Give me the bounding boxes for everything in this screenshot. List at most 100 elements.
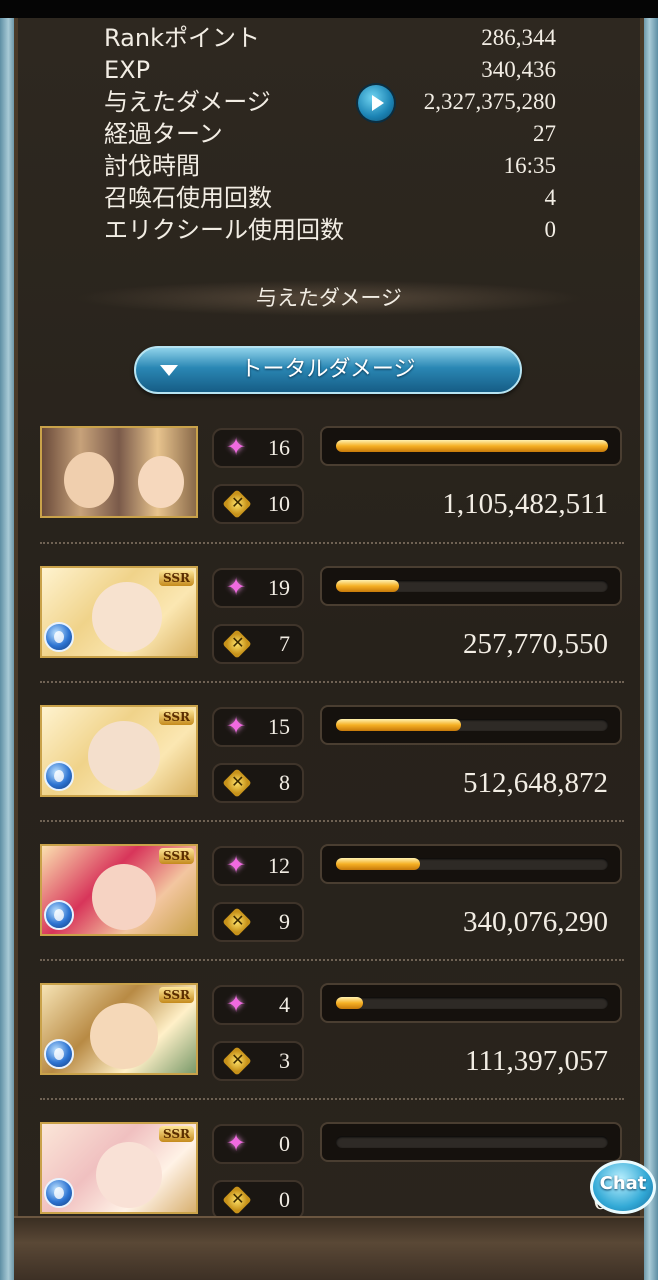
- row-separator: [40, 681, 624, 683]
- party-member-row: SSR 12 9 340,076,290: [40, 844, 630, 944]
- character-portrait[interactable]: SSR: [40, 844, 198, 936]
- stat-value: 16:35: [503, 153, 556, 178]
- character-portrait[interactable]: SSR: [40, 566, 198, 658]
- stat-value: 27: [533, 121, 556, 146]
- skill-count-badge: 0: [212, 1124, 304, 1164]
- skill-count: 4: [279, 992, 290, 1017]
- skill-count-badge: 15: [212, 707, 304, 747]
- party-member-row: SSR 4 3 111,397,057: [40, 983, 630, 1083]
- member-damage: 340,076,290: [463, 906, 608, 938]
- character-portrait[interactable]: SSR: [40, 1122, 198, 1214]
- damage-bar-fill: [336, 719, 462, 731]
- character-face: [138, 456, 184, 508]
- damage-section-heading: 与えたダメージ: [74, 280, 584, 316]
- member-damage: 512,648,872: [463, 767, 608, 799]
- skill-count: 12: [268, 853, 290, 878]
- total-damage-dropdown[interactable]: トータルダメージ: [134, 346, 522, 394]
- ougi-icon: [222, 907, 252, 937]
- damage-bar-fill: [336, 997, 364, 1009]
- stat-label: 討伐時間: [104, 152, 200, 180]
- character-portrait[interactable]: SSR: [40, 983, 198, 1075]
- damage-bar: [320, 705, 622, 745]
- stat-exp: EXP 340,436: [104, 54, 556, 86]
- ougi-count-badge: 9: [212, 902, 304, 942]
- character-face: [92, 864, 156, 930]
- stat-value: 4: [544, 185, 557, 210]
- ougi-count-badge: 8: [212, 763, 304, 803]
- party-member-row: SSR 0 0 0: [40, 1122, 630, 1222]
- skill-star-icon: [226, 990, 248, 1018]
- damage-bar: [320, 1122, 622, 1162]
- chat-label: Chat: [599, 1173, 647, 1194]
- character-face: [96, 1142, 162, 1208]
- skill-count-badge: 16: [212, 428, 304, 468]
- party-member-row: SSR 15 8 512,648,872: [40, 705, 630, 805]
- row-separator: [40, 820, 624, 822]
- member-damage: 111,397,057: [465, 1045, 608, 1077]
- row-separator: [40, 542, 624, 544]
- damage-bar-track: [336, 719, 608, 731]
- damage-bar: [320, 566, 622, 606]
- character-face: [88, 721, 160, 791]
- ssr-badge: SSR: [158, 1126, 194, 1142]
- skill-star-icon: [226, 1129, 248, 1157]
- ougi-count-badge: 3: [212, 1041, 304, 1081]
- chat-button[interactable]: Chat: [590, 1160, 656, 1214]
- stat-elixirs: エリクシール使用回数 0: [104, 214, 556, 246]
- ougi-count: 7: [279, 631, 290, 656]
- damage-bar: [320, 983, 622, 1023]
- water-element-icon: [44, 761, 74, 791]
- character-face: [92, 582, 162, 652]
- top-status-bar: [0, 0, 658, 18]
- damage-bar: [320, 426, 622, 466]
- row-separator: [40, 959, 624, 961]
- stat-rank-points: Rankポイント 286,344: [104, 22, 556, 54]
- bottom-frame: [14, 1216, 644, 1280]
- skill-count-badge: 12: [212, 846, 304, 886]
- skill-star-icon: [226, 433, 248, 461]
- member-damage: 257,770,550: [463, 628, 608, 660]
- ougi-count-badge: 0: [212, 1180, 304, 1220]
- water-element-icon: [44, 900, 74, 930]
- party-member-row: 16 10 1,105,482,511: [40, 426, 630, 526]
- main-character-portrait[interactable]: [40, 426, 198, 518]
- stat-value: 340,436: [481, 57, 556, 82]
- ougi-count: 10: [268, 491, 290, 516]
- ssr-badge: SSR: [158, 709, 194, 725]
- damage-bar-track: [336, 440, 608, 452]
- left-frame: [0, 18, 14, 1280]
- ougi-count-badge: 7: [212, 624, 304, 664]
- skill-count-badge: 19: [212, 568, 304, 608]
- damage-bar-fill: [336, 858, 421, 870]
- ssr-badge: SSR: [158, 848, 194, 864]
- stat-label: 召喚石使用回数: [104, 184, 272, 212]
- stat-label: EXP: [104, 56, 151, 84]
- damage-bar-track: [336, 580, 608, 592]
- stat-turns: 経過ターン 27: [104, 118, 556, 150]
- damage-bar-track: [336, 997, 608, 1009]
- stat-time: 討伐時間 16:35: [104, 150, 556, 182]
- stat-total-damage: 与えたダメージ 2,327,375,280: [104, 85, 556, 121]
- damage-bar-fill: [336, 440, 608, 452]
- damage-detail-play-icon[interactable]: [358, 85, 394, 121]
- damage-bar: [320, 844, 622, 884]
- damage-bar-fill: [336, 580, 399, 592]
- stat-label: 経過ターン: [104, 120, 223, 148]
- ougi-count-badge: 10: [212, 484, 304, 524]
- member-damage: 1,105,482,511: [442, 488, 608, 520]
- ssr-badge: SSR: [158, 987, 194, 1003]
- stat-label: 与えたダメージ: [104, 88, 271, 116]
- ougi-count: 8: [279, 770, 290, 795]
- dropdown-label: トータルダメージ: [240, 357, 416, 382]
- party-member-row: SSR 19 7 257,770,550: [40, 566, 630, 666]
- ougi-count: 3: [279, 1048, 290, 1073]
- skill-count: 15: [268, 714, 290, 739]
- damage-bar-track: [336, 1136, 608, 1148]
- ougi-icon: [222, 1185, 252, 1215]
- character-portrait[interactable]: SSR: [40, 705, 198, 797]
- stat-label: エリクシール使用回数: [104, 216, 344, 244]
- ougi-count: 9: [279, 909, 290, 934]
- skill-count: 16: [268, 435, 290, 460]
- water-element-icon: [44, 622, 74, 652]
- skill-count-badge: 4: [212, 985, 304, 1025]
